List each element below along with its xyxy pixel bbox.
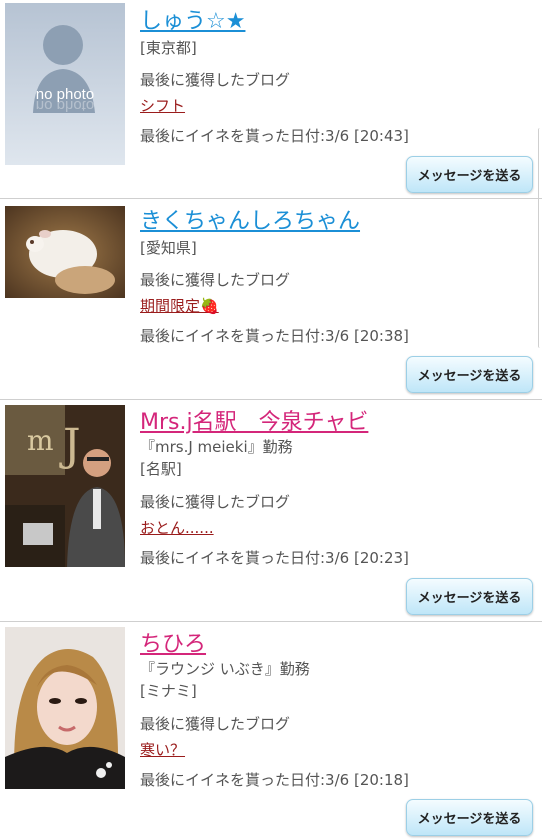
list-item: m J Mrs.j名駅 今泉チャビ 『mrs.J meieki』勤務 [名駅] …	[0, 401, 542, 621]
last-blog-label: 最後に獲得したブログ	[140, 493, 291, 511]
member-area: [ミナミ]	[140, 682, 197, 700]
last-like-date: 最後にイイネを貰った日付:3/6 [20:23]	[140, 549, 409, 567]
member-name[interactable]: きくちゃんしろちゃん	[140, 209, 360, 235]
last-blog-label: 最後に獲得したブログ	[140, 71, 291, 89]
last-like-date: 最後にイイネを貰った日付:3/6 [20:43]	[140, 127, 409, 145]
divider	[0, 198, 542, 199]
list-item: ちひろ 『ラウンジ いぶき』勤務 [ミナミ] 最後に獲得したブログ 寒い？ 最後…	[0, 623, 542, 840]
scrollbar[interactable]	[538, 128, 542, 348]
last-like-date: 最後にイイネを貰った日付:3/6 [20:18]	[140, 771, 409, 789]
profile-photo[interactable]	[5, 627, 125, 789]
svg-text:J: J	[59, 420, 81, 471]
member-workplace: 『mrs.J meieki』勤務	[140, 438, 293, 456]
member-area: [東京都]	[140, 39, 197, 57]
blog-link[interactable]: おとん......	[140, 518, 214, 538]
member-area: [名駅]	[140, 460, 182, 478]
blog-link[interactable]: シフト	[140, 96, 185, 116]
svg-text:m: m	[27, 424, 54, 457]
blog-link[interactable]: 寒い？	[140, 740, 185, 760]
profile-photo[interactable]: m J	[5, 405, 125, 567]
send-message-button[interactable]: メッセージを送る	[406, 156, 533, 193]
svg-text:no photo: no photo	[36, 97, 94, 114]
last-like-date: 最後にイイネを貰った日付:3/6 [20:38]	[140, 327, 409, 345]
send-message-button[interactable]: メッセージを送る	[406, 356, 533, 393]
divider	[0, 621, 542, 622]
member-area: [愛知県]	[140, 239, 197, 257]
no-photo-avatar[interactable]: no photo no photo	[5, 3, 125, 165]
list-item: no photo no photo しゅう☆★ [東京都] 最後に獲得したブログ…	[0, 0, 542, 198]
member-name[interactable]: ちひろ	[140, 632, 206, 658]
last-blog-label: 最後に獲得したブログ	[140, 715, 291, 733]
list-item: きくちゃんしろちゃん [愛知県] 最後に獲得したブログ 期間限定🍓 最後にイイネ…	[0, 200, 542, 398]
blog-link[interactable]: 期間限定🍓	[140, 296, 219, 316]
hamster-photo[interactable]	[5, 206, 125, 298]
send-message-button[interactable]: メッセージを送る	[406, 578, 533, 615]
member-name[interactable]: Mrs.j名駅 今泉チャビ	[140, 410, 368, 436]
member-name[interactable]: しゅう☆★	[140, 9, 245, 35]
last-blog-label: 最後に獲得したブログ	[140, 271, 291, 289]
send-message-button[interactable]: メッセージを送る	[406, 799, 533, 836]
divider	[0, 399, 542, 400]
member-workplace: 『ラウンジ いぶき』勤務	[140, 660, 310, 678]
